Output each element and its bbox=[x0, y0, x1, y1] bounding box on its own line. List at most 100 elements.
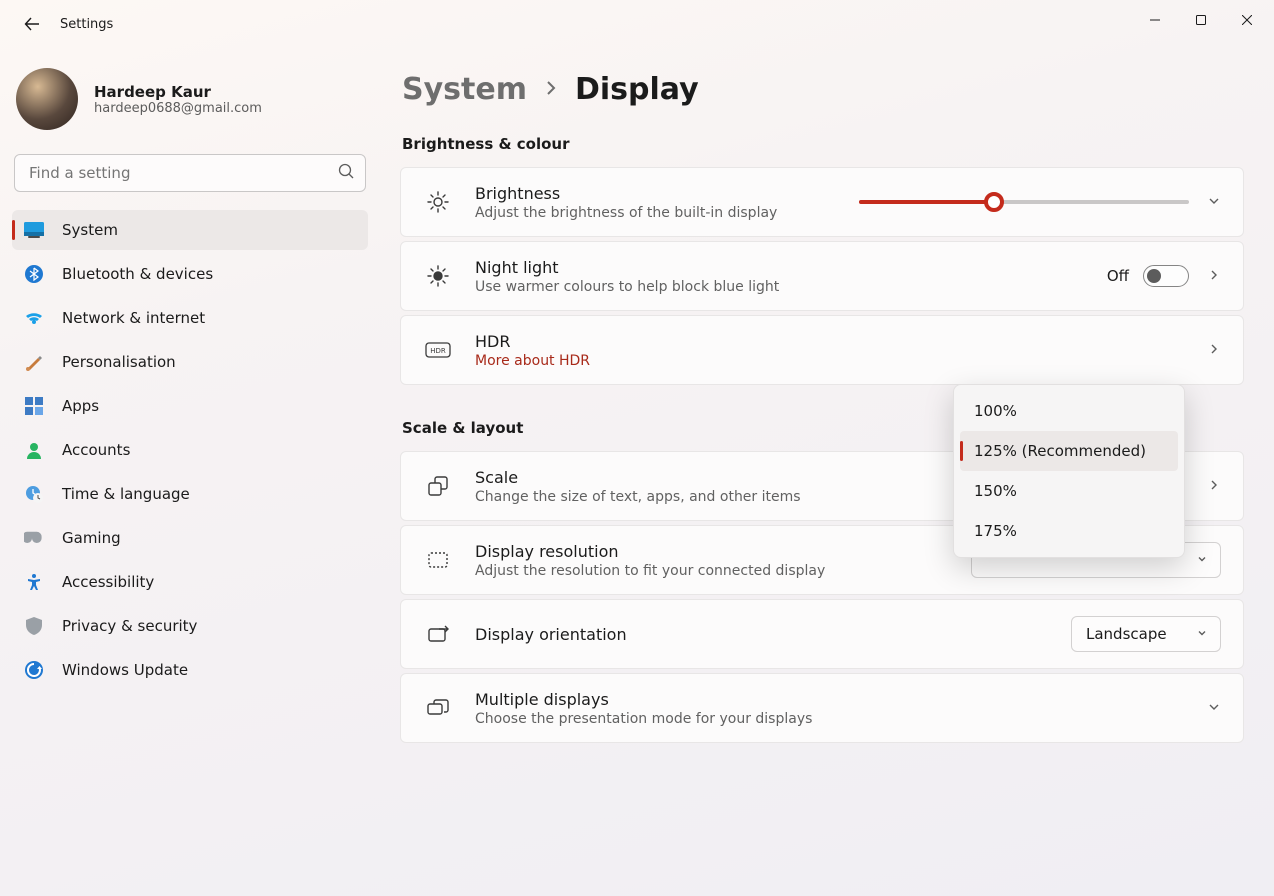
night-light-icon bbox=[423, 265, 453, 287]
night-light-controls: Off bbox=[1107, 265, 1221, 287]
night-light-text: Night light Use warmer colours to help b… bbox=[475, 258, 1085, 295]
orientation-select[interactable]: Landscape bbox=[1071, 616, 1221, 652]
hdr-link[interactable]: More about HDR bbox=[475, 353, 1185, 369]
chevron-down-icon bbox=[1196, 551, 1208, 569]
profile-email: hardeep0688@gmail.com bbox=[94, 101, 262, 116]
hdr-row[interactable]: HDR HDR More about HDR bbox=[401, 316, 1243, 384]
chevron-right-icon[interactable] bbox=[1207, 267, 1221, 286]
scale-option-125[interactable]: 125% (Recommended) bbox=[960, 431, 1178, 471]
brightness-title: Brightness bbox=[475, 184, 837, 203]
slider-thumb[interactable] bbox=[984, 192, 1004, 212]
sidebar-item-system[interactable]: System bbox=[12, 210, 368, 250]
night-light-card: Night light Use warmer colours to help b… bbox=[400, 241, 1244, 311]
scale-dropdown[interactable]: 100% 125% (Recommended) 150% 175% bbox=[953, 384, 1185, 558]
sidebar-item-windows-update[interactable]: Windows Update bbox=[12, 650, 368, 690]
sidebar: Hardeep Kaur hardeep0688@gmail.com Syste… bbox=[0, 48, 380, 896]
window-controls bbox=[1132, 12, 1270, 36]
minimize-icon bbox=[1150, 15, 1160, 25]
option-label: 150% bbox=[974, 482, 1017, 500]
night-light-title: Night light bbox=[475, 258, 1085, 277]
sidebar-item-label: Accessibility bbox=[62, 573, 154, 591]
gamepad-icon bbox=[24, 528, 44, 548]
orientation-text: Display orientation bbox=[475, 625, 1049, 644]
toggle-knob bbox=[1147, 269, 1161, 283]
night-light-toggle: Off bbox=[1107, 265, 1189, 287]
brightness-sub: Adjust the brightness of the built-in di… bbox=[475, 205, 837, 221]
maximize-icon bbox=[1196, 15, 1206, 25]
sidebar-item-time-language[interactable]: Time & language bbox=[12, 474, 368, 514]
toggle-switch[interactable] bbox=[1143, 265, 1189, 287]
sidebar-item-label: Windows Update bbox=[62, 661, 188, 679]
maximize-button[interactable] bbox=[1178, 4, 1224, 36]
minimize-button[interactable] bbox=[1132, 4, 1178, 36]
scale-option-175[interactable]: 175% bbox=[960, 511, 1178, 551]
orientation-value: Landscape bbox=[1086, 625, 1167, 643]
search-wrap bbox=[14, 154, 366, 192]
shield-icon bbox=[24, 616, 44, 636]
sidebar-item-accessibility[interactable]: Accessibility bbox=[12, 562, 368, 602]
titlebar: Settings bbox=[0, 0, 1274, 48]
breadcrumb: System Display bbox=[402, 72, 1244, 107]
multiple-displays-controls bbox=[1207, 699, 1221, 718]
profile-name: Hardeep Kaur bbox=[94, 83, 262, 101]
sidebar-item-bluetooth[interactable]: Bluetooth & devices bbox=[12, 254, 368, 294]
profile-text: Hardeep Kaur hardeep0688@gmail.com bbox=[94, 83, 262, 116]
brightness-row[interactable]: Brightness Adjust the brightness of the … bbox=[401, 168, 1243, 236]
search-input[interactable] bbox=[14, 154, 366, 192]
multiple-displays-row[interactable]: Multiple displays Choose the presentatio… bbox=[401, 674, 1243, 742]
person-icon bbox=[24, 440, 44, 460]
sidebar-item-network[interactable]: Network & internet bbox=[12, 298, 368, 338]
clock-globe-icon bbox=[24, 484, 44, 504]
hdr-card: HDR HDR More about HDR bbox=[400, 315, 1244, 385]
sidebar-item-label: Time & language bbox=[62, 485, 190, 503]
sidebar-item-gaming[interactable]: Gaming bbox=[12, 518, 368, 558]
sidebar-item-apps[interactable]: Apps bbox=[12, 386, 368, 426]
hdr-icon: HDR bbox=[423, 342, 453, 358]
brightness-icon bbox=[423, 191, 453, 213]
chevron-right-icon[interactable] bbox=[1207, 477, 1221, 496]
brightness-controls bbox=[859, 192, 1221, 212]
bluetooth-icon bbox=[24, 264, 44, 284]
multiple-displays-icon bbox=[423, 698, 453, 718]
update-icon bbox=[24, 660, 44, 680]
chevron-right-icon[interactable] bbox=[1207, 341, 1221, 360]
scale-option-150[interactable]: 150% bbox=[960, 471, 1178, 511]
accessibility-icon bbox=[24, 572, 44, 592]
toggle-state-label: Off bbox=[1107, 267, 1129, 285]
close-button[interactable] bbox=[1224, 4, 1270, 36]
orientation-title: Display orientation bbox=[475, 625, 1049, 644]
paint-icon bbox=[24, 352, 44, 372]
sidebar-item-label: Privacy & security bbox=[62, 617, 197, 635]
orientation-controls: Landscape bbox=[1071, 616, 1221, 652]
content: System Display Brightness & colour Brigh… bbox=[380, 48, 1274, 896]
chevron-down-icon[interactable] bbox=[1207, 193, 1221, 212]
option-label: 125% (Recommended) bbox=[974, 442, 1146, 460]
orientation-row[interactable]: Display orientation Landscape bbox=[401, 600, 1243, 668]
sidebar-item-label: Gaming bbox=[62, 529, 121, 547]
brightness-slider[interactable] bbox=[859, 192, 1189, 212]
multiple-displays-text: Multiple displays Choose the presentatio… bbox=[475, 690, 1185, 727]
sidebar-item-personalisation[interactable]: Personalisation bbox=[12, 342, 368, 382]
scale-option-100[interactable]: 100% bbox=[960, 391, 1178, 431]
back-button[interactable] bbox=[12, 0, 52, 48]
sidebar-item-privacy[interactable]: Privacy & security bbox=[12, 606, 368, 646]
arrow-left-icon bbox=[24, 16, 40, 32]
hdr-title: HDR bbox=[475, 332, 1185, 351]
option-label: 175% bbox=[974, 522, 1017, 540]
sidebar-item-label: Bluetooth & devices bbox=[62, 265, 213, 283]
night-light-row[interactable]: Night light Use warmer colours to help b… bbox=[401, 242, 1243, 310]
resolution-title: Display resolution bbox=[475, 542, 949, 561]
avatar bbox=[16, 68, 78, 130]
system-icon bbox=[24, 220, 44, 240]
sidebar-item-label: Apps bbox=[62, 397, 99, 415]
chevron-down-icon[interactable] bbox=[1207, 699, 1221, 718]
close-icon bbox=[1242, 15, 1252, 25]
sidebar-item-accounts[interactable]: Accounts bbox=[12, 430, 368, 470]
resolution-icon bbox=[423, 549, 453, 571]
sidebar-item-label: System bbox=[62, 221, 118, 239]
breadcrumb-parent[interactable]: System bbox=[402, 72, 527, 107]
profile-block[interactable]: Hardeep Kaur hardeep0688@gmail.com bbox=[12, 56, 368, 148]
hdr-controls bbox=[1207, 341, 1221, 360]
multiple-displays-card: Multiple displays Choose the presentatio… bbox=[400, 673, 1244, 743]
layout: Hardeep Kaur hardeep0688@gmail.com Syste… bbox=[0, 48, 1274, 896]
